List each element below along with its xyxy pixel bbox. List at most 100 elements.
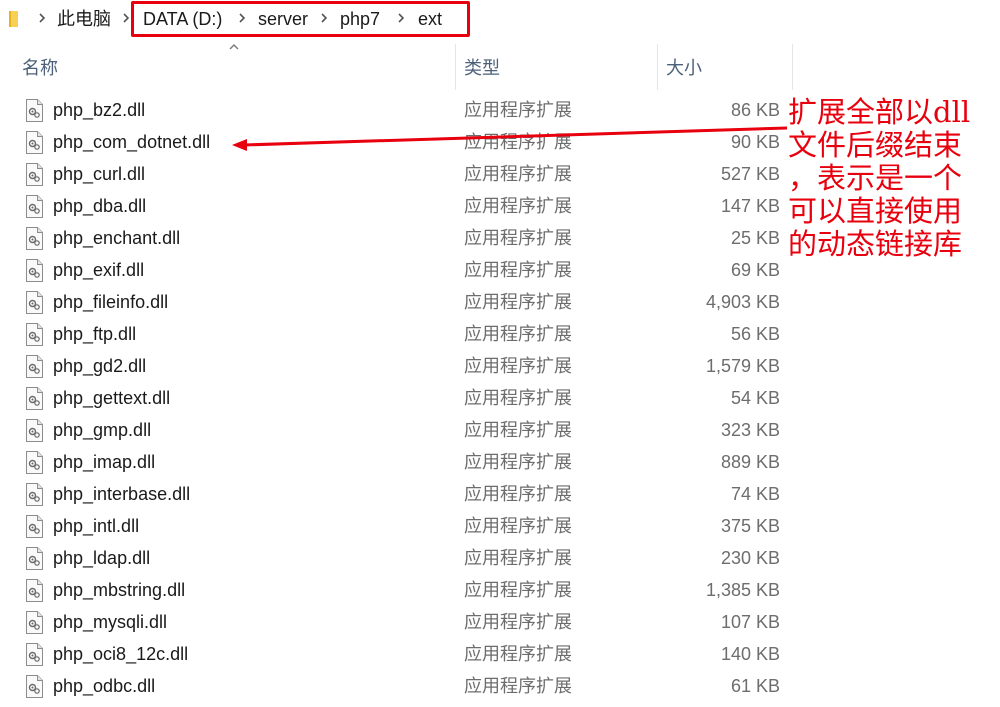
file-row[interactable]: php_interbase.dll 应用程序扩展 74 KB bbox=[0, 479, 800, 511]
file-row[interactable]: php_mysqli.dll 应用程序扩展 107 KB bbox=[0, 607, 800, 639]
dll-file-icon bbox=[25, 355, 44, 378]
file-size: 147 KB bbox=[720, 196, 780, 216]
file-row[interactable]: php_mbstring.dll 应用程序扩展 1,385 KB bbox=[0, 575, 800, 607]
file-name[interactable]: php_mysqli.dll bbox=[53, 611, 167, 633]
dll-file-icon bbox=[25, 483, 44, 506]
file-type: 应用程序扩展 bbox=[464, 292, 572, 312]
annotation-line: ，表示是一个 bbox=[788, 161, 963, 195]
file-row[interactable]: php_ldap.dll 应用程序扩展 230 KB bbox=[0, 543, 800, 575]
column-header-size[interactable]: 大小 bbox=[666, 54, 702, 80]
file-row[interactable]: php_dba.dll 应用程序扩展 147 KB bbox=[0, 191, 800, 223]
file-size: 4,903 KB bbox=[705, 292, 780, 312]
column-divider[interactable] bbox=[657, 44, 658, 90]
file-row[interactable]: php_intl.dll 应用程序扩展 375 KB bbox=[0, 511, 800, 543]
file-type: 应用程序扩展 bbox=[464, 580, 572, 600]
file-size: 527 KB bbox=[720, 164, 780, 184]
annotation-note: 扩展全部以dll 文件后缀结束 ，表示是一个 可以直接使用 的动态链接库 bbox=[788, 96, 998, 261]
file-size: 1,579 KB bbox=[705, 356, 780, 376]
file-type: 应用程序扩展 bbox=[464, 516, 572, 536]
file-type: 应用程序扩展 bbox=[464, 164, 572, 184]
file-size: 107 KB bbox=[720, 612, 780, 632]
file-type: 应用程序扩展 bbox=[464, 420, 572, 440]
file-size: 323 KB bbox=[720, 420, 780, 440]
dll-file-icon bbox=[25, 259, 44, 282]
sort-up-icon bbox=[229, 44, 239, 50]
annotation-line: 扩展全部以dll bbox=[788, 95, 971, 129]
dll-file-icon bbox=[25, 419, 44, 442]
file-type: 应用程序扩展 bbox=[464, 196, 572, 216]
file-name[interactable]: php_com_dotnet.dll bbox=[53, 131, 210, 153]
dll-file-icon bbox=[25, 547, 44, 570]
file-row[interactable]: php_ftp.dll 应用程序扩展 56 KB bbox=[0, 319, 800, 351]
file-row[interactable]: php_gmp.dll 应用程序扩展 323 KB bbox=[0, 415, 800, 447]
file-type: 应用程序扩展 bbox=[464, 260, 572, 280]
address-bar[interactable]: 此电脑 DATA (D:) server php7 ext bbox=[0, 0, 1000, 38]
file-size: 25 KB bbox=[730, 228, 780, 248]
file-size: 74 KB bbox=[730, 484, 780, 504]
file-size: 69 KB bbox=[730, 260, 780, 280]
column-header-type[interactable]: 类型 bbox=[464, 54, 500, 80]
breadcrumb-this-pc[interactable]: 此电脑 bbox=[57, 7, 111, 31]
file-name[interactable]: php_gd2.dll bbox=[53, 355, 146, 377]
folder-icon bbox=[9, 11, 18, 27]
file-type: 应用程序扩展 bbox=[464, 324, 572, 344]
dll-file-icon bbox=[25, 387, 44, 410]
file-row[interactable]: php_fileinfo.dll 应用程序扩展 4,903 KB bbox=[0, 287, 800, 319]
column-divider[interactable] bbox=[792, 44, 793, 90]
file-row[interactable]: php_exif.dll 应用程序扩展 69 KB bbox=[0, 255, 800, 287]
dll-file-icon bbox=[25, 99, 44, 122]
file-name[interactable]: php_dba.dll bbox=[53, 195, 146, 217]
file-row[interactable]: php_enchant.dll 应用程序扩展 25 KB bbox=[0, 223, 800, 255]
file-type: 应用程序扩展 bbox=[464, 132, 572, 152]
file-name[interactable]: php_gettext.dll bbox=[53, 387, 170, 409]
file-type: 应用程序扩展 bbox=[464, 676, 572, 696]
column-header-name[interactable]: 名称 bbox=[22, 54, 58, 80]
file-type: 应用程序扩展 bbox=[464, 452, 572, 472]
file-name[interactable]: php_interbase.dll bbox=[53, 483, 190, 505]
file-row[interactable]: php_curl.dll 应用程序扩展 527 KB bbox=[0, 159, 800, 191]
file-row[interactable]: php_odbc.dll 应用程序扩展 61 KB bbox=[0, 671, 800, 703]
annotation-line: 可以直接使用 bbox=[788, 194, 963, 228]
file-size: 889 KB bbox=[720, 452, 780, 472]
file-name[interactable]: php_enchant.dll bbox=[53, 227, 180, 249]
dll-file-icon bbox=[25, 675, 44, 698]
annotation-line: 文件后缀结束 bbox=[788, 128, 963, 162]
dll-file-icon bbox=[25, 643, 44, 666]
dll-file-icon bbox=[25, 323, 44, 346]
file-type: 应用程序扩展 bbox=[464, 100, 572, 120]
file-name[interactable]: php_gmp.dll bbox=[53, 419, 151, 441]
highlight-box bbox=[131, 1, 470, 37]
file-name[interactable]: php_fileinfo.dll bbox=[53, 291, 168, 313]
file-type: 应用程序扩展 bbox=[464, 484, 572, 504]
file-row[interactable]: php_imap.dll 应用程序扩展 889 KB bbox=[0, 447, 800, 479]
file-name[interactable]: php_ftp.dll bbox=[53, 323, 136, 345]
file-name[interactable]: php_ldap.dll bbox=[53, 547, 150, 569]
column-divider[interactable] bbox=[455, 44, 456, 90]
file-name[interactable]: php_intl.dll bbox=[53, 515, 139, 537]
dll-file-icon bbox=[25, 579, 44, 602]
file-row[interactable]: php_gd2.dll 应用程序扩展 1,579 KB bbox=[0, 351, 800, 383]
file-type: 应用程序扩展 bbox=[464, 388, 572, 408]
chevron-right-icon[interactable] bbox=[37, 11, 47, 25]
file-name[interactable]: php_imap.dll bbox=[53, 451, 155, 473]
file-size: 90 KB bbox=[730, 132, 780, 152]
file-name[interactable]: php_oci8_12c.dll bbox=[53, 643, 188, 665]
file-size: 86 KB bbox=[730, 100, 780, 120]
file-row[interactable]: php_com_dotnet.dll 应用程序扩展 90 KB bbox=[0, 127, 800, 159]
dll-file-icon bbox=[25, 291, 44, 314]
file-name[interactable]: php_exif.dll bbox=[53, 259, 144, 281]
file-name[interactable]: php_mbstring.dll bbox=[53, 579, 185, 601]
annotation-line: 的动态链接库 bbox=[788, 227, 963, 261]
file-name[interactable]: php_curl.dll bbox=[53, 163, 145, 185]
file-size: 375 KB bbox=[720, 516, 780, 536]
file-row[interactable]: php_bz2.dll 应用程序扩展 86 KB bbox=[0, 95, 800, 127]
file-type: 应用程序扩展 bbox=[464, 548, 572, 568]
file-name[interactable]: php_bz2.dll bbox=[53, 99, 145, 121]
file-row[interactable]: php_oci8_12c.dll 应用程序扩展 140 KB bbox=[0, 639, 800, 671]
file-type: 应用程序扩展 bbox=[464, 612, 572, 632]
chevron-right-icon[interactable] bbox=[121, 11, 131, 25]
file-row[interactable]: php_gettext.dll 应用程序扩展 54 KB bbox=[0, 383, 800, 415]
file-size: 140 KB bbox=[720, 644, 780, 664]
file-name[interactable]: php_odbc.dll bbox=[53, 675, 155, 697]
dll-file-icon bbox=[25, 611, 44, 634]
